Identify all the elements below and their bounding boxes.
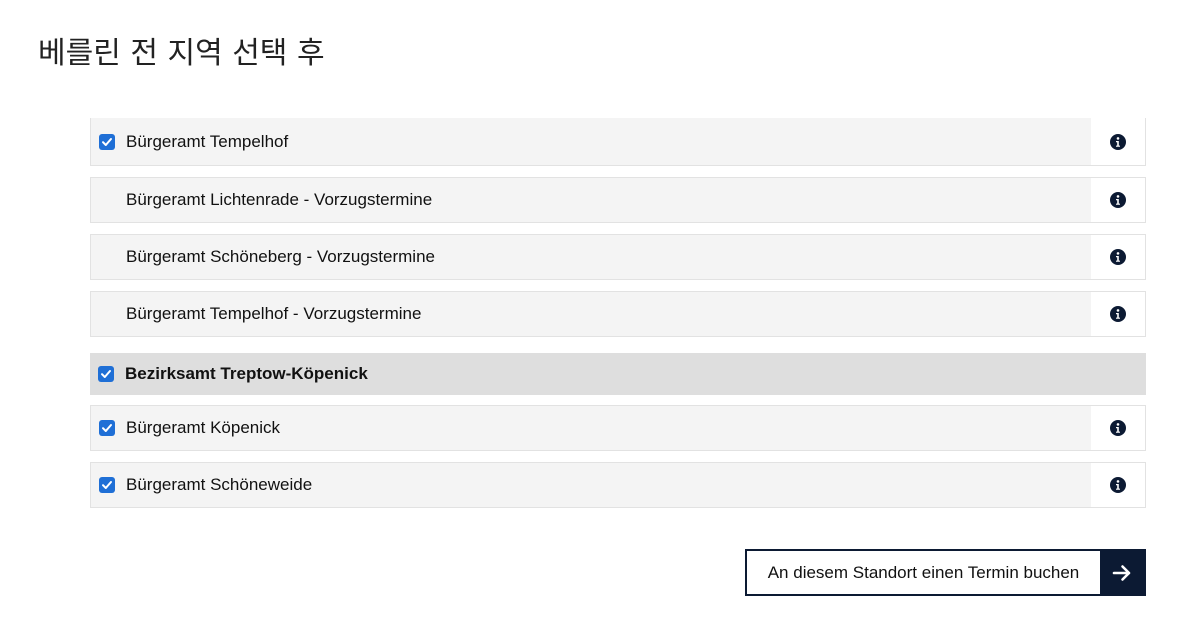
- location-row[interactable]: Bürgeramt Köpenick: [90, 405, 1146, 451]
- location-row[interactable]: Bürgeramt Tempelhof: [90, 118, 1146, 166]
- info-button[interactable]: [1091, 178, 1145, 222]
- info-icon[interactable]: [1110, 249, 1126, 265]
- checkbox-checked[interactable]: [99, 420, 115, 436]
- checkmark-icon: [102, 481, 112, 489]
- checkmark-icon: [102, 424, 112, 432]
- checkbox-slot: [99, 133, 126, 151]
- checkbox-slot: [98, 365, 125, 383]
- location-row[interactable]: Bürgeramt Lichtenrade - Vorzugstermine: [90, 177, 1146, 223]
- checkmark-icon: [102, 137, 112, 146]
- info-icon[interactable]: [1110, 133, 1126, 150]
- info-button[interactable]: [1091, 292, 1145, 336]
- checkbox-slot: [99, 476, 126, 494]
- info-icon[interactable]: [1110, 306, 1126, 322]
- location-label: Bürgeramt Tempelhof - Vorzugstermine: [126, 304, 422, 323]
- checkbox-unchecked[interactable]: [99, 305, 126, 323]
- location-list: Bürgeramt Tempelhof Bürgeramt Lichtenrad…: [90, 118, 1146, 519]
- info-icon[interactable]: [1110, 477, 1126, 493]
- checkbox-slot: [99, 419, 126, 437]
- page-title: 베를린 전 지역 선택 후: [38, 36, 325, 71]
- location-label: Bürgeramt Köpenick: [126, 418, 281, 437]
- location-label: Bürgeramt Schöneberg - Vorzugstermine: [126, 247, 435, 266]
- location-row-main[interactable]: Bürgeramt Tempelhof - Vorzugstermine: [91, 292, 1091, 336]
- group-label: Bezirksamt Treptow-Köpenick: [125, 364, 368, 383]
- info-icon[interactable]: [1110, 192, 1126, 208]
- location-label: Bürgeramt Lichtenrade - Vorzugstermine: [126, 190, 433, 209]
- location-row-main[interactable]: Bürgeramt Tempelhof: [91, 118, 1091, 165]
- location-row-main[interactable]: Bürgeramt Schöneweide: [91, 463, 1091, 507]
- checkbox-unchecked[interactable]: [99, 191, 126, 209]
- arrow-right-icon[interactable]: [1100, 551, 1144, 594]
- checkbox-checked[interactable]: [99, 133, 115, 150]
- info-button[interactable]: [1091, 235, 1145, 279]
- info-button[interactable]: [1091, 118, 1145, 165]
- location-label: Bürgeramt Tempelhof: [126, 131, 289, 151]
- checkbox-checked[interactable]: [98, 366, 114, 382]
- location-row[interactable]: Bürgeramt Schöneberg - Vorzugstermine: [90, 234, 1146, 280]
- location-row-main[interactable]: Bürgeramt Köpenick: [91, 406, 1091, 450]
- location-row[interactable]: Bürgeramt Schöneweide: [90, 462, 1146, 508]
- group-header-treptow-koepenick[interactable]: Bezirksamt Treptow-Köpenick: [90, 353, 1146, 395]
- book-appointment-button[interactable]: An diesem Standort einen Termin buchen: [745, 549, 1146, 596]
- location-row-main[interactable]: Bürgeramt Lichtenrade - Vorzugstermine: [91, 178, 1091, 222]
- info-button[interactable]: [1091, 463, 1145, 507]
- location-label: Bürgeramt Schöneweide: [126, 475, 313, 494]
- book-appointment-label: An diesem Standort einen Termin buchen: [767, 562, 1080, 582]
- info-icon[interactable]: [1110, 420, 1126, 436]
- location-row-main[interactable]: Bürgeramt Schöneberg - Vorzugstermine: [91, 235, 1091, 279]
- checkbox-checked[interactable]: [99, 477, 115, 493]
- location-row[interactable]: Bürgeramt Tempelhof - Vorzugstermine: [90, 291, 1146, 337]
- checkbox-unchecked[interactable]: [99, 248, 126, 266]
- checkmark-icon: [101, 370, 111, 378]
- info-button[interactable]: [1091, 406, 1145, 450]
